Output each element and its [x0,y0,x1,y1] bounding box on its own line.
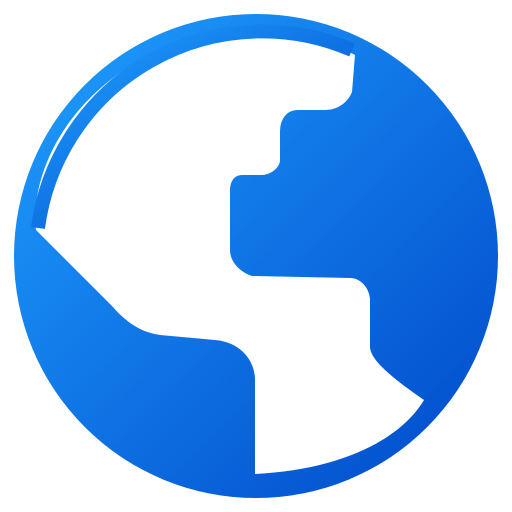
globe-icon-canvas [0,0,512,512]
globe-icon [14,14,498,498]
